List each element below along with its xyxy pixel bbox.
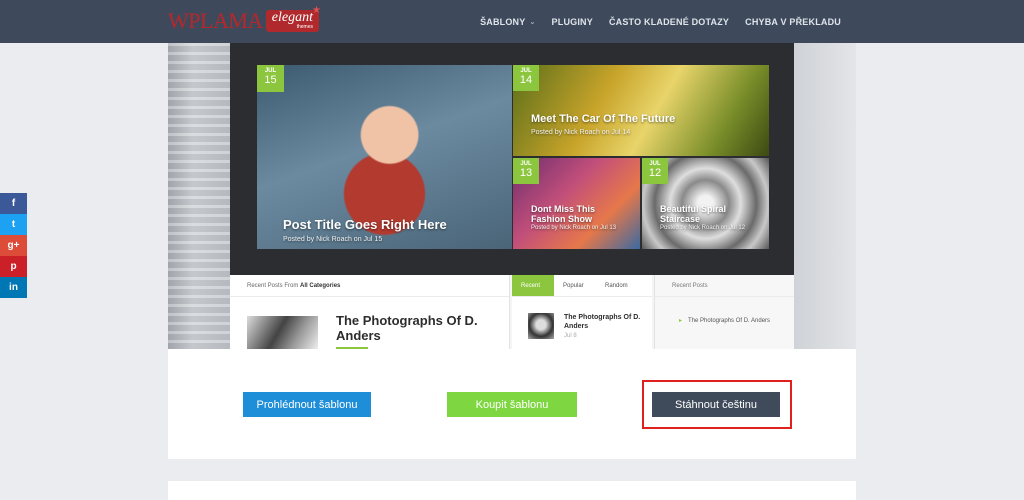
featured-post-meta: Posted by Nick Roach on Jul 12 [660,225,746,231]
site-logo[interactable]: WP LAMA elegant themes ★ [168,5,321,34]
recent-post-title: The Photographs Of D. Anders [336,313,478,343]
nav-item-label: ŠABLONY [480,16,526,27]
tabbed-posts-column: Recent Popular Random The Photographs Of… [512,275,652,349]
date-day: 15 [264,74,277,86]
tab-post-title: The Photographs Of D. Anders [564,314,641,330]
date-day: 12 [648,167,662,179]
google-plus-icon[interactable]: g+ [0,235,27,256]
post-thumbnail [528,313,554,339]
date-badge: JUL 12 [642,158,668,184]
date-badge: JUL 14 [513,65,539,91]
featured-post-tile: JUL 12 Beautiful Spiral Staircase Posted… [642,158,769,249]
sidebar-header: Recent Posts [655,275,794,297]
twitter-icon[interactable]: t [0,214,27,235]
action-panel: Prohlédnout šablonu Koupit šablonu Stáhn… [168,349,856,459]
preview-background-right [794,43,856,349]
chevron-down-icon: ⌄ [529,18,536,26]
featured-post-tile: JUL 15 Post Title Goes Right Here Posted… [257,65,512,249]
recent-posts-header: Recent Posts From All Categories [230,275,509,297]
theme-preview-image: JUL 15 Post Title Goes Right Here Posted… [168,43,856,349]
tab-post-date: Jul 8 [564,333,577,339]
next-section-strip [168,481,856,500]
post-thumbnail [247,316,318,349]
facebook-icon[interactable]: f [0,193,27,214]
date-day: 13 [519,167,533,179]
nav-item-label: PLUGINY [551,16,593,27]
social-share-bar: f t g+ p in [0,193,27,298]
tab-recent: Recent [512,275,554,296]
featured-post-meta: Posted by Nick Roach on Jul 13 [531,225,617,231]
nav-item-sablony[interactable]: ŠABLONY ⌄ [472,17,543,27]
featured-post-tile: JUL 13 Dont Miss This Fashion Show Poste… [513,158,640,249]
elegant-themes-badge: elegant themes ★ [265,5,321,32]
nav-item-report-error[interactable]: CHYBA V PŘEKLADU [737,17,849,27]
featured-post-title: Dont Miss This Fashion Show [531,204,596,224]
badge-sub-text: themes [296,24,313,30]
sidebar-list-item: The Photographs Of D. Anders [679,316,779,327]
nav-item-label: CHYBA V PŘEKLADU [745,16,841,27]
download-translation-button[interactable]: Stáhnout češtinu [652,392,780,417]
logo-wp-text: WP [168,8,201,33]
pinterest-icon[interactable]: p [0,256,27,277]
nav-item-pluginy[interactable]: PLUGINY [544,17,601,27]
nav-item-faq[interactable]: ČASTO KLADENÉ DOTAZY [601,17,737,27]
date-day: 14 [519,74,533,86]
recent-posts-header-prefix: Recent Posts From [247,283,299,289]
badge-main-text: elegant [271,10,313,25]
featured-post-meta: Posted by Nick Roach on Jul 15 [283,236,383,243]
featured-post-meta: Posted by Nick Roach on Jul 14 [531,129,631,136]
recent-posts-header-category: All Categories [300,283,341,289]
preview-template-button[interactable]: Prohlédnout šablonu [243,392,371,417]
featured-post-title: Post Title Goes Right Here [283,217,447,232]
preview-background-left [168,43,230,349]
sidebar-recent-posts: Recent Posts The Photographs Of D. Ander… [654,275,794,349]
top-navigation-bar: WP LAMA elegant themes ★ ŠABLONY ⌄ PLUGI… [0,0,1024,43]
posts-tabs: Recent Popular Random [512,275,652,297]
recent-posts-column: Recent Posts From All Categories The Pho… [230,275,510,349]
featured-post-tile: JUL 14 Meet The Car Of The Future Posted… [513,65,769,156]
main-nav: ŠABLONY ⌄ PLUGINY ČASTO KLADENÉ DOTAZY C… [472,0,849,43]
featured-post-title: Beautiful Spiral Staircase [660,204,727,224]
featured-post-title: Meet The Car Of The Future [531,113,676,125]
preview-content-area: Recent Posts From All Categories The Pho… [230,275,794,349]
date-badge: JUL 15 [257,65,284,92]
buy-template-button[interactable]: Koupit šablonu [447,392,577,417]
nav-item-label: ČASTO KLADENÉ DOTAZY [608,16,730,27]
date-badge: JUL 13 [513,158,539,184]
tab-random: Random [605,283,628,289]
tab-popular: Popular [563,283,584,289]
logo-lama-text: LAMA [200,8,263,33]
linkedin-icon[interactable]: in [0,277,27,298]
featured-posts-slider: JUL 15 Post Title Goes Right Here Posted… [230,43,794,275]
star-icon: ★ [312,5,321,16]
